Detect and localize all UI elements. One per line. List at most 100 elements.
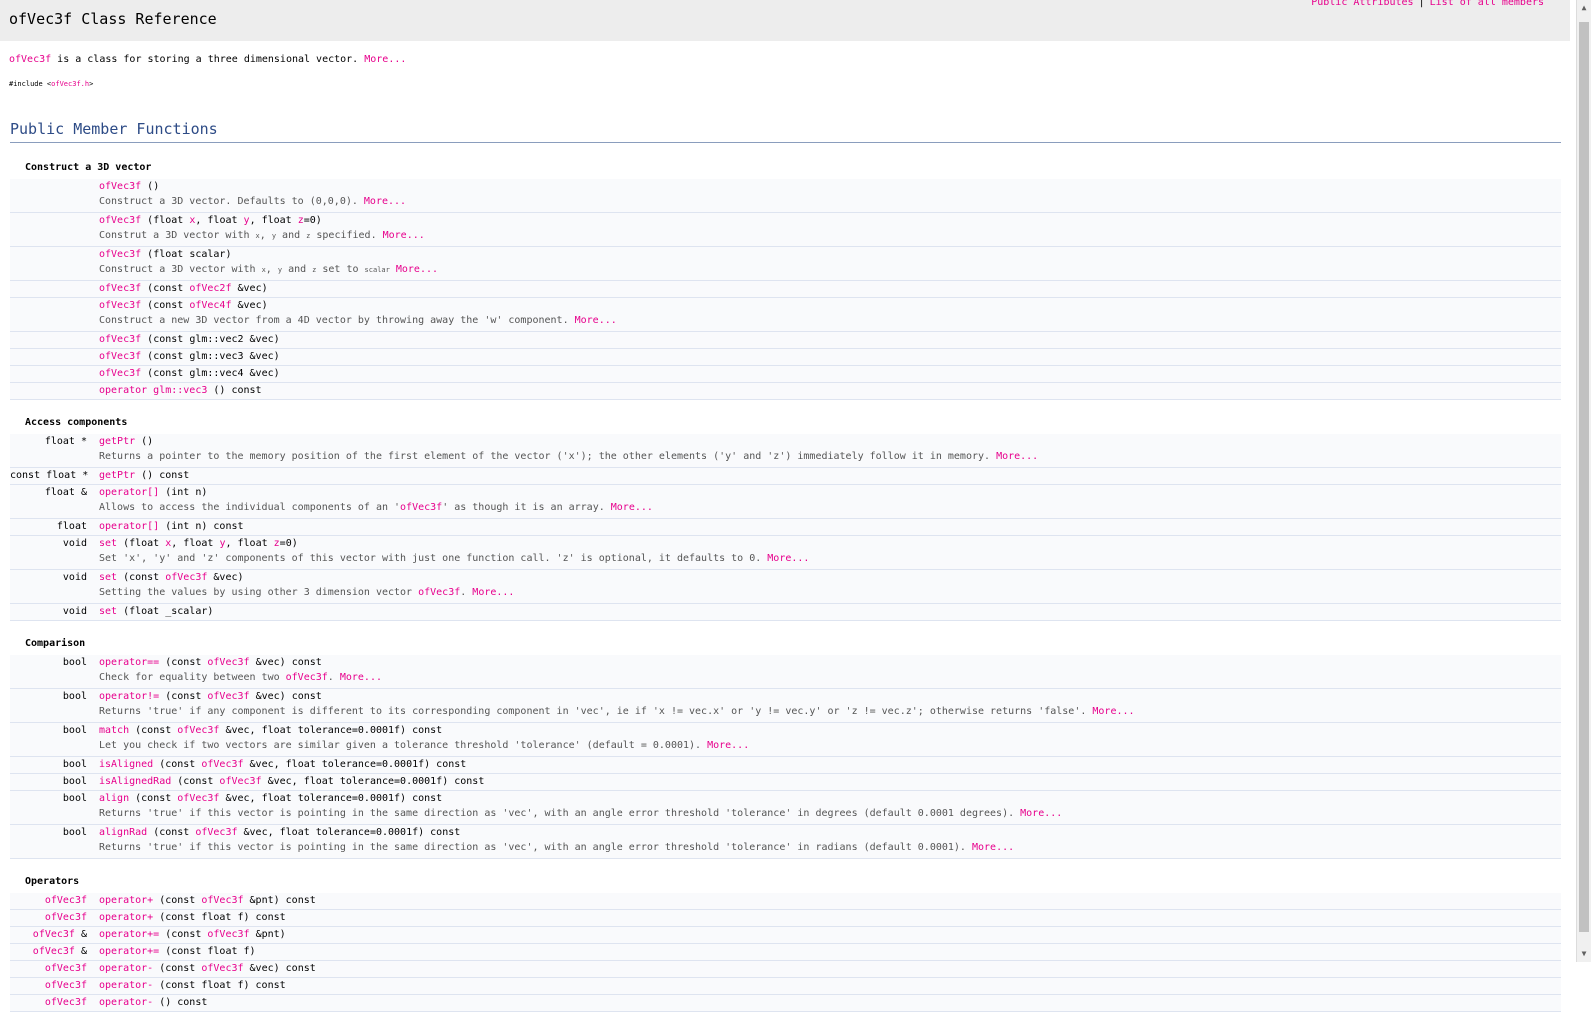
member-text: Construct a 3D vector. Defaults to (0,0,… [99,196,364,207]
member-link[interactable]: alignRad [99,827,147,838]
public-attributes-link[interactable]: Public Attributes [1311,0,1413,8]
brief-class-link[interactable]: ofVec3f [9,54,51,65]
member-link[interactable]: ofVec3f [400,502,442,513]
member-link[interactable]: set [99,572,117,583]
member-link[interactable]: ofVec3f [45,963,87,974]
member-link[interactable]: ofVec3f [177,793,219,804]
member-link[interactable]: ofVec3f [207,929,249,940]
member-text: Check for equality between two [99,672,286,683]
member-link[interactable]: ofVec3f [45,997,87,1008]
member-description: Returns a pointer to the memory position… [99,450,1561,467]
member-return-type [10,349,99,365]
member-link[interactable]: ofVec3f [286,672,328,683]
member-link[interactable]: More... [1092,706,1134,717]
group-gap [10,859,1561,869]
member-link[interactable]: operator- [99,997,153,1008]
member-link[interactable]: ofVec3f [45,980,87,991]
member-link[interactable]: ofVec3f [99,283,141,294]
member-link[interactable]: ofVec3f [99,249,141,260]
member-text: void [62,606,87,617]
member-description: Let you check if two vectors are similar… [99,739,1561,756]
member-link[interactable]: ofVec3f [201,759,243,770]
member-link[interactable]: ofVec3f [177,725,219,736]
brief-more-link[interactable]: More... [364,54,406,65]
member-link[interactable]: getPtr [99,436,135,447]
member-return-type: ofVec3f [10,961,99,977]
member-link[interactable]: match [99,725,129,736]
member-link[interactable]: ofVec3f [99,300,141,311]
member-link[interactable]: More... [767,553,809,564]
member-link[interactable]: ofVec3f [99,351,141,362]
member-link[interactable]: operator+ [99,895,153,906]
scroll-thumb[interactable] [1579,22,1589,932]
member-link[interactable]: ofVec3f [99,181,141,192]
include-file-link[interactable]: ofVec3f.h [51,80,89,88]
member-link[interactable]: isAligned [99,759,153,770]
member-link[interactable]: ofVec3f [201,963,243,974]
member-link[interactable]: operator== [99,657,159,668]
member-link[interactable]: More... [972,842,1014,853]
member-text: Construct a 3D vector with [99,264,262,275]
member-text: specified. [310,230,383,241]
member-link[interactable]: More... [707,740,749,751]
member-link[interactable]: ofVec3f [418,587,460,598]
member-link[interactable]: ofVec3f [165,572,207,583]
member-row: bool align (const ofVec3f &vec, float tol… [10,791,1561,825]
member-body: match (const ofVec3f &vec, float toleran… [99,723,1561,756]
member-link[interactable]: operator+= [99,929,159,940]
member-link[interactable]: ofVec3f [99,334,141,345]
member-text: =0) [303,215,322,226]
include-suffix: > [89,80,94,88]
member-link[interactable]: set [99,538,117,549]
scroll-up-icon[interactable]: ▲ [1577,0,1591,16]
member-link[interactable]: More... [340,672,382,683]
member-text: bool [62,827,87,838]
member-link[interactable]: ofVec2f [189,283,231,294]
member-link[interactable]: More... [996,451,1038,462]
member-link[interactable]: operator- [99,980,153,991]
member-link[interactable]: isAlignedRad [99,776,171,787]
member-link[interactable]: More... [383,230,425,241]
scroll-down-icon[interactable]: ▼ [1577,946,1591,962]
group-gap [10,1012,1561,1022]
vertical-scrollbar[interactable]: ▲ ▼ [1576,0,1591,962]
member-text: &vec) const [249,657,322,668]
member-link[interactable]: ofVec3f [33,946,75,957]
member-link[interactable]: operator+ [99,912,153,923]
member-link[interactable]: More... [364,196,406,207]
member-signature: ofVec3f (float x, float y, float z=0) [99,213,1561,229]
member-link[interactable]: ofVec3f [99,368,141,379]
member-text: bool [62,657,87,668]
member-link[interactable]: ofVec3f [201,895,243,906]
member-link[interactable]: ofVec3f [219,776,261,787]
member-link[interactable]: More... [1020,808,1062,819]
member-row: void set (float _scalar) [10,604,1561,621]
member-link[interactable]: ofVec3f [195,827,237,838]
member-link[interactable]: operator glm::vec3 [99,385,207,396]
member-text: &vec) [207,572,244,583]
member-body: operator+= (const ofVec3f &pnt) [99,927,1561,943]
member-link[interactable]: More... [575,315,617,326]
member-link[interactable]: ofVec4f [189,300,231,311]
member-link[interactable]: getPtr [99,470,135,481]
member-link[interactable]: operator+= [99,946,159,957]
list-all-members-link[interactable]: List of all members [1430,0,1544,8]
member-link[interactable]: set [99,606,117,617]
member-link[interactable]: ofVec3f [207,657,249,668]
member-link[interactable]: More... [396,264,438,275]
member-signature: match (const ofVec3f &vec, float toleran… [99,723,1561,739]
member-link[interactable]: More... [472,587,514,598]
member-link[interactable]: ofVec3f [45,912,87,923]
member-link[interactable]: operator- [99,963,153,974]
member-link[interactable]: align [99,793,129,804]
member-link[interactable]: More... [611,502,653,513]
member-link[interactable]: ofVec3f [99,215,141,226]
member-signature: operator+= (const float f) [99,944,1561,960]
member-link[interactable]: ofVec3f [45,895,87,906]
member-link[interactable]: ofVec3f [33,929,75,940]
member-link[interactable]: operator[] [99,521,159,532]
member-link[interactable]: operator[] [99,487,159,498]
member-link[interactable]: ofVec3f [207,691,249,702]
member-text: & [74,946,87,957]
member-link[interactable]: operator!= [99,691,159,702]
